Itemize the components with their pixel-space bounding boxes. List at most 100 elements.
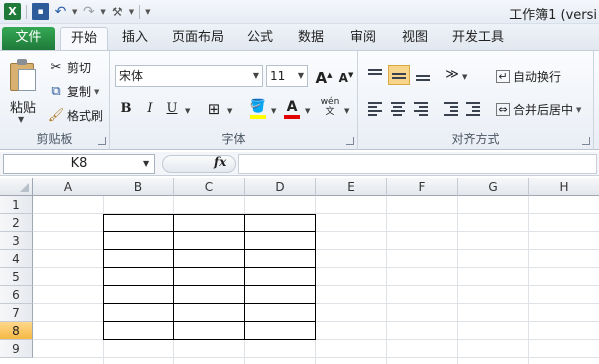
grow-font-button[interactable]: A▲ bbox=[314, 65, 334, 87]
orientation-icon[interactable]: ≫ bbox=[442, 65, 462, 85]
paste-icon[interactable] bbox=[10, 59, 38, 91]
tab-developer[interactable]: 开发工具 bbox=[448, 27, 508, 50]
tab-formulas[interactable]: 公式 bbox=[242, 27, 278, 50]
font-color-icon[interactable]: A bbox=[282, 97, 302, 119]
decrease-indent-icon[interactable] bbox=[442, 101, 460, 117]
table-cell[interactable] bbox=[103, 231, 174, 250]
undo-icon[interactable]: ↶ bbox=[52, 3, 69, 20]
tab-home[interactable]: 开始 bbox=[60, 27, 108, 50]
table-cell[interactable] bbox=[173, 267, 245, 286]
tab-insert[interactable]: 插入 bbox=[115, 27, 155, 50]
select-all-corner[interactable] bbox=[0, 178, 33, 196]
borders-icon[interactable]: ⊞ bbox=[204, 99, 224, 119]
name-box-dropdown-icon[interactable]: ▼ bbox=[143, 159, 149, 168]
column-header-g[interactable]: G bbox=[458, 178, 529, 196]
row-header-5[interactable]: 5 bbox=[0, 268, 33, 286]
table-cell[interactable] bbox=[103, 249, 174, 268]
table-cell[interactable] bbox=[244, 231, 316, 250]
column-header-h[interactable]: H bbox=[529, 178, 599, 196]
align-bottom-icon[interactable] bbox=[414, 67, 432, 83]
tab-data[interactable]: 数据 bbox=[293, 27, 329, 50]
align-middle-icon[interactable] bbox=[388, 65, 410, 85]
phonetic-dropdown-icon[interactable]: ▼ bbox=[344, 107, 349, 115]
column-header-a[interactable]: A bbox=[33, 178, 104, 196]
copy-button[interactable]: ⧉ 复制 ▼ bbox=[48, 83, 99, 100]
table-cell[interactable] bbox=[103, 321, 174, 340]
table-cell[interactable] bbox=[244, 285, 316, 304]
row-header-7[interactable]: 7 bbox=[0, 304, 33, 322]
formula-input[interactable] bbox=[238, 154, 597, 174]
font-launcher-icon[interactable] bbox=[346, 137, 354, 145]
font-name-select[interactable]: 宋体 ▼ bbox=[115, 65, 263, 87]
undo-dropdown-icon[interactable]: ▼ bbox=[72, 8, 77, 16]
paste-dropdown-icon[interactable]: ▼ bbox=[18, 115, 24, 124]
column-header-b[interactable]: B bbox=[103, 178, 174, 196]
redo-icon[interactable]: ↷ bbox=[80, 3, 97, 20]
tab-page-layout[interactable]: 页面布局 bbox=[168, 27, 228, 50]
excel-icon[interactable]: X bbox=[4, 3, 21, 20]
insert-function-icon[interactable]: fx bbox=[214, 155, 226, 169]
row-header-4[interactable]: 4 bbox=[0, 250, 33, 268]
font-size-select[interactable]: 11 ▼ bbox=[266, 65, 308, 87]
column-header-d[interactable]: D bbox=[245, 178, 316, 196]
row-header-3[interactable]: 3 bbox=[0, 232, 33, 250]
table-cell[interactable] bbox=[173, 285, 245, 304]
table-cell[interactable] bbox=[244, 267, 316, 286]
cut-button[interactable]: ✂ 剪切 bbox=[48, 59, 91, 76]
alignment-launcher-icon[interactable] bbox=[582, 137, 590, 145]
orientation-dropdown-icon[interactable]: ▼ bbox=[462, 73, 467, 81]
table-cell[interactable] bbox=[173, 303, 245, 322]
bold-button[interactable]: B bbox=[116, 99, 136, 119]
tab-view[interactable]: 视图 bbox=[397, 27, 433, 50]
table-cell[interactable] bbox=[244, 303, 316, 322]
column-header-c[interactable]: C bbox=[174, 178, 245, 196]
format-painter-button[interactable]: 🖌 格式刷 bbox=[48, 107, 103, 124]
column-header-f[interactable]: F bbox=[387, 178, 458, 196]
borders-dropdown-icon[interactable]: ▼ bbox=[227, 107, 232, 115]
tab-file[interactable]: 文件 bbox=[2, 27, 55, 50]
table-cell[interactable] bbox=[103, 214, 174, 232]
worksheet-grid[interactable]: ABCDEFGH 123456789 bbox=[0, 178, 599, 364]
row-header-2[interactable]: 2 bbox=[0, 214, 33, 232]
merge-dropdown-icon[interactable]: ▼ bbox=[576, 106, 581, 114]
phonetic-icon[interactable]: wén 文 bbox=[320, 97, 340, 117]
tab-review[interactable]: 审阅 bbox=[345, 27, 381, 50]
merge-center-button[interactable]: ⇔ 合并后居中 ▼ bbox=[496, 101, 581, 118]
tools-dropdown-icon[interactable]: ▼ bbox=[129, 8, 134, 16]
fill-color-dropdown-icon[interactable]: ▼ bbox=[271, 107, 276, 115]
customize-icon[interactable]: ▼ bbox=[145, 8, 150, 16]
name-box[interactable]: K8 bbox=[3, 154, 155, 174]
align-left-icon[interactable] bbox=[366, 101, 384, 117]
save-icon[interactable]: ▪ bbox=[32, 3, 49, 20]
align-center-icon[interactable] bbox=[389, 101, 407, 117]
wrap-text-button[interactable]: ↵ 自动换行 bbox=[496, 68, 561, 85]
row-header-6[interactable]: 6 bbox=[0, 286, 33, 304]
table-cell[interactable] bbox=[173, 214, 245, 232]
table-cell[interactable] bbox=[173, 231, 245, 250]
table-cell[interactable] bbox=[244, 214, 316, 232]
table-cell[interactable] bbox=[244, 321, 316, 340]
shrink-font-button[interactable]: A▼ bbox=[336, 65, 356, 85]
row-header-8[interactable]: 8 bbox=[0, 322, 33, 340]
table-cell[interactable] bbox=[173, 249, 245, 268]
align-top-icon[interactable] bbox=[366, 67, 384, 83]
column-header-e[interactable]: E bbox=[316, 178, 387, 196]
table-cell[interactable] bbox=[173, 321, 245, 340]
underline-dropdown-icon[interactable]: ▼ bbox=[185, 107, 190, 115]
row-header-9[interactable]: 9 bbox=[0, 340, 33, 358]
underline-button[interactable]: U bbox=[162, 99, 182, 119]
redo-dropdown-icon[interactable]: ▼ bbox=[100, 8, 105, 16]
italic-button[interactable]: I bbox=[140, 99, 160, 119]
table-cell[interactable] bbox=[103, 267, 174, 286]
copy-dropdown-icon[interactable]: ▼ bbox=[94, 88, 99, 96]
row-header-1[interactable]: 1 bbox=[0, 196, 33, 214]
increase-indent-icon[interactable] bbox=[464, 101, 482, 117]
table-cell[interactable] bbox=[103, 303, 174, 322]
paste-button[interactable]: 粘贴 bbox=[10, 97, 36, 116]
font-color-dropdown-icon[interactable]: ▼ bbox=[305, 107, 310, 115]
tools-icon[interactable]: ⚒ bbox=[109, 3, 126, 20]
table-cell[interactable] bbox=[103, 285, 174, 304]
fill-color-icon[interactable]: 🪣 bbox=[248, 97, 268, 119]
clipboard-launcher-icon[interactable] bbox=[98, 137, 106, 145]
align-right-icon[interactable] bbox=[412, 101, 430, 117]
